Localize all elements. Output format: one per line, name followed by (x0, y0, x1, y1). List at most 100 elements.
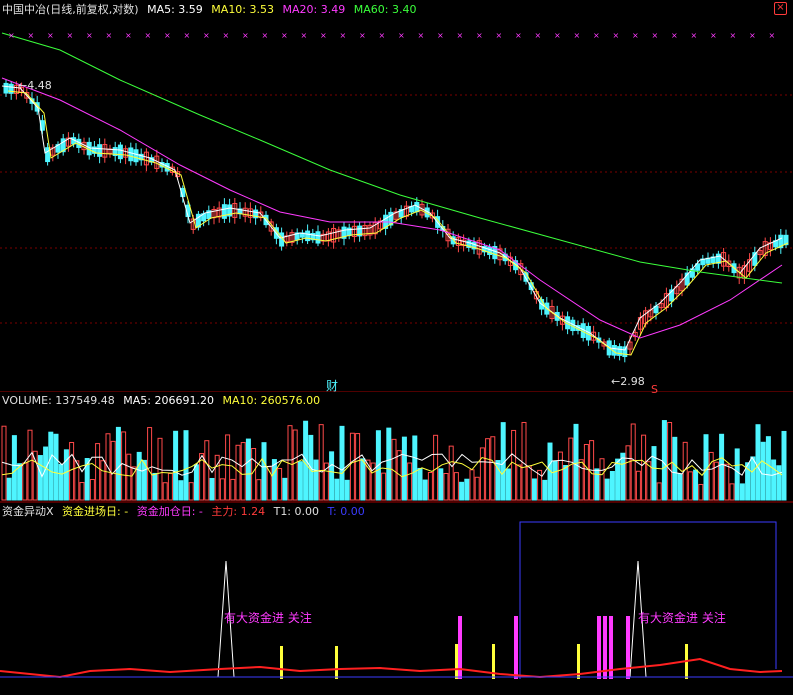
volume-bar (95, 443, 101, 501)
signal-marker: × (652, 31, 659, 40)
signal-marker: × (125, 31, 132, 40)
volume-header: VOLUME: 137549.48 MA5: 206691.20 MA10: 2… (2, 394, 325, 408)
signal-marker: × (515, 31, 522, 40)
signal-marker: × (86, 31, 93, 40)
volume-bar (490, 436, 496, 501)
volume-bar (48, 431, 54, 501)
volume-bar (687, 471, 693, 501)
volume-bar (781, 430, 787, 501)
volume-bar (729, 483, 735, 501)
volume-bar (245, 438, 251, 501)
volume-bar (474, 476, 480, 501)
volume-bar (167, 472, 173, 501)
entry-day-label: 资金进场日: - (62, 505, 129, 518)
volume-bar (755, 424, 761, 501)
volume-bar (282, 477, 288, 501)
volume-bar (479, 447, 485, 501)
indicator-chart[interactable] (0, 519, 793, 695)
volume-bar (693, 469, 699, 501)
volume-bar (386, 427, 392, 501)
candle-body (221, 204, 227, 219)
volume-ma10-label: MA10: 260576.00 (222, 394, 321, 407)
volume-bar (651, 446, 657, 501)
signal-marker: × (8, 31, 15, 40)
volume-bar (672, 436, 678, 501)
signal-marker: × (593, 31, 600, 40)
volume-bar (594, 468, 600, 501)
volume-bar (724, 463, 730, 501)
indicator-name[interactable]: 资金异动X (2, 505, 54, 518)
volume-bar (542, 479, 548, 501)
volume-bar (89, 479, 95, 501)
volume-bar (183, 430, 189, 501)
price-chart[interactable]: × × × × × × × × × × × × × × × × × × × × × × × × × × × × × × × × × × × × × × × × (0, 0, 793, 392)
signal-marker: × (671, 31, 678, 40)
volume-bar (381, 472, 387, 501)
volume-label: VOLUME: 137549.48 (2, 394, 115, 407)
volume-bar (292, 429, 298, 501)
t-label: T: 0.00 (327, 505, 365, 518)
volume-bar (656, 482, 662, 501)
candle-body (315, 231, 321, 244)
volume-bar (765, 436, 771, 501)
volume-bar (521, 421, 527, 501)
signal-marker: × (340, 31, 347, 40)
signal-marker: × (418, 31, 425, 40)
volume-bar (459, 481, 465, 501)
volume-bar (734, 448, 740, 501)
yellow-bar (455, 644, 458, 679)
signal-marker: × (496, 31, 503, 40)
candle-body (117, 144, 123, 160)
candle-body (3, 82, 9, 94)
volume-bar (230, 478, 236, 501)
volume-bar (360, 458, 366, 501)
signal-marker: × (613, 31, 620, 40)
volume-bar (407, 462, 413, 501)
signal-marker: × (223, 31, 230, 40)
volume-bar (583, 443, 589, 501)
volume-bar (417, 467, 423, 501)
volume-bar (531, 478, 537, 501)
volume-bar (739, 483, 745, 501)
volume-bar (427, 472, 433, 501)
signal-marker: × (184, 31, 191, 40)
financial-report-marker[interactable]: 财 (326, 377, 338, 394)
signal-marker: × (710, 31, 717, 40)
volume-bar (443, 472, 449, 501)
signal-marker: × (281, 31, 288, 40)
volume-bar (79, 482, 85, 501)
volume-bar (771, 459, 777, 501)
magenta-bar (603, 616, 607, 679)
magenta-bar (626, 616, 630, 679)
volume-bar (193, 464, 199, 501)
t1-label: T1: 0.00 (273, 505, 320, 518)
volume-bar (630, 423, 636, 501)
volume-bar (115, 426, 121, 501)
candle-body (133, 149, 139, 163)
volume-bar (568, 437, 574, 501)
magenta-bar (597, 616, 601, 679)
volume-bar (110, 440, 116, 501)
volume-bar (126, 453, 132, 501)
volume-bar (448, 445, 454, 501)
volume-bar (422, 479, 428, 501)
signal-marker: × (262, 31, 269, 40)
volume-chart[interactable] (0, 407, 793, 503)
annotation-label: 有大资金进 关注 (638, 611, 726, 625)
volume-bar (776, 465, 782, 501)
signal-marker: × (398, 31, 405, 40)
signal-marker: × (769, 31, 776, 40)
volume-bar (297, 461, 303, 501)
volume-bar (277, 468, 283, 501)
signal-marker: × (457, 31, 464, 40)
volume-bar (412, 435, 418, 501)
volume-bar (719, 433, 725, 501)
volume-bar (173, 430, 179, 501)
volume-bar (162, 482, 168, 501)
volume-bar (661, 420, 667, 501)
volume-bar (677, 473, 683, 501)
volume-ma5-label: MA5: 206691.20 (123, 394, 214, 407)
yellow-bar (335, 646, 338, 679)
signal-marker: × (535, 31, 542, 40)
volume-bar (355, 433, 361, 501)
